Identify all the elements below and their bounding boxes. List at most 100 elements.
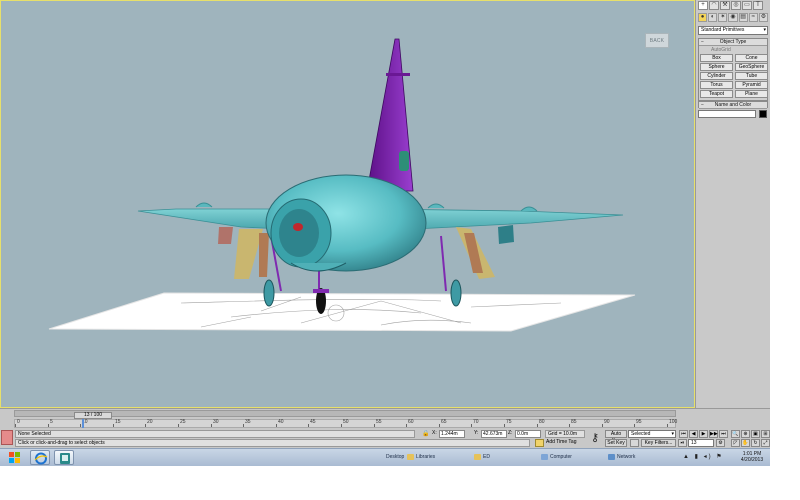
track-bar-tick-label: 80 (539, 419, 545, 425)
x-value[interactable]: 1.244m (439, 430, 465, 438)
network-link[interactable]: Network (608, 453, 635, 461)
key-icon[interactable]: ⚷ (591, 431, 599, 444)
track-bar-tick-mark (145, 424, 146, 427)
track-bar-tick-mark (211, 424, 212, 427)
tube-button[interactable]: Tube (735, 72, 768, 80)
libraries-label: Libraries (416, 454, 436, 460)
helpers-icon[interactable]: ▤ (738, 13, 748, 22)
cameras-icon[interactable]: ◉ (728, 13, 738, 22)
track-bar-tick-mark (80, 424, 81, 427)
track-bar-tick-label: 75 (506, 419, 512, 425)
z-value[interactable]: 0.0m (515, 430, 541, 438)
auto-key-button[interactable]: Auto Key (605, 430, 627, 444)
tab-display[interactable]: ▭ (742, 1, 752, 10)
tab-motion[interactable]: ◎ (731, 1, 741, 10)
y-label: Y: (474, 430, 479, 436)
maxscript-listener-button[interactable] (1, 430, 13, 445)
track-bar-tick-label: 25 (180, 419, 186, 425)
pyramid-button[interactable]: Pyramid (735, 81, 768, 89)
set-key-button[interactable]: Set Key (605, 439, 627, 447)
key-mode-toggle-icon[interactable]: ⏯ (678, 439, 687, 447)
pan-icon[interactable]: ✋ (741, 439, 750, 447)
perspective-viewport[interactable]: BACK (0, 0, 695, 408)
grid-size: Grid = 10.0m (545, 430, 585, 438)
track-bar-tick-mark (15, 424, 16, 427)
desktop-toolbar-label[interactable]: Desktop (386, 453, 404, 461)
cone-button[interactable]: Cone (735, 54, 768, 62)
name-color-rollout-header[interactable]: − Name and Color (699, 102, 767, 109)
track-bar-tick-mark (48, 424, 49, 427)
3dsmax-taskbar-button[interactable] (54, 450, 74, 465)
track-bar-tick-mark (537, 424, 538, 427)
zoom-extents-icon[interactable]: ▣ (751, 430, 760, 438)
key-selection-dropdown[interactable]: Selected ▾ (628, 430, 676, 438)
maximize-viewport-icon[interactable]: ⤢ (761, 439, 770, 447)
system-tray-icons[interactable]: ▲ ▮ ◂) ⚑ (683, 453, 724, 460)
track-bar-tick-label: 35 (245, 419, 251, 425)
tab-modify[interactable]: ◠ (709, 1, 719, 10)
zoom-all-icon[interactable]: ⊕ (741, 430, 750, 438)
shapes-icon[interactable]: ◐ (708, 13, 718, 22)
tab-utilities[interactable]: T (753, 1, 763, 10)
ed-link[interactable]: ED (474, 453, 490, 461)
start-button-icon[interactable] (2, 450, 28, 465)
geosphere-button[interactable]: GeoSphere (735, 63, 768, 71)
systems-icon[interactable]: ⚙ (758, 13, 768, 22)
object-type-rollout-header[interactable]: − Object Type (699, 39, 767, 46)
internet-explorer-taskbar-button[interactable] (30, 450, 50, 465)
current-frame-field[interactable]: 13 (688, 439, 714, 447)
primitive-buttons: Box Cone Sphere GeoSphere Cylinder Tube … (699, 53, 768, 100)
name-color-title: Name and Color (714, 102, 752, 108)
track-bar-tick-mark (308, 424, 309, 427)
add-time-tag-button[interactable]: Add Time Tag (535, 439, 576, 447)
zoom-icon[interactable]: 🔍 (731, 430, 740, 438)
viewcube-face-label[interactable]: BACK (645, 33, 669, 48)
object-type-rollout: − Object Type AutoGrid Box Cone Sphere G… (698, 38, 768, 101)
plane-button[interactable]: Plane (735, 90, 768, 98)
track-bar-tick-mark (341, 424, 342, 427)
geometry-icon[interactable]: ● (698, 13, 708, 22)
tab-create[interactable]: + (698, 1, 708, 10)
time-slider-track[interactable]: 13 / 100 (14, 410, 676, 419)
go-to-end-button[interactable]: ⏭ (719, 430, 728, 438)
lights-icon[interactable]: ✶ (718, 13, 728, 22)
next-frame-button[interactable]: ▶▶ (709, 430, 718, 438)
computer-link[interactable]: Computer (541, 453, 572, 461)
track-bar-tick-label: 30 (213, 419, 219, 425)
torus-button[interactable]: Torus (700, 81, 733, 89)
go-to-start-button[interactable]: ⏮ (679, 430, 688, 438)
time-configuration-icon[interactable]: ⚙ (716, 439, 725, 447)
object-color-swatch[interactable] (759, 110, 767, 118)
track-bar-tick-label: 65 (441, 419, 447, 425)
sphere-button[interactable]: Sphere (700, 63, 733, 71)
time-slider-handle[interactable]: 13 / 100 (74, 412, 112, 419)
primitive-category-select[interactable]: Standard Primitives ▾ (698, 26, 768, 35)
object-name-field[interactable] (698, 110, 756, 118)
tab-hierarchy[interactable]: ⚒ (720, 1, 730, 10)
spacewarps-icon[interactable]: ≈ (748, 13, 758, 22)
key-filters-button[interactable]: Key Filters... (641, 439, 676, 447)
cylinder-button[interactable]: Cylinder (700, 72, 733, 80)
lock-icon[interactable]: 🔒 (422, 430, 429, 437)
taskbar-clock[interactable]: 1:01 PM 4/20/2013 (735, 451, 769, 463)
previous-frame-button[interactable]: ◀ (689, 430, 698, 438)
current-frame-marker (82, 419, 84, 428)
track-bar-tick-label: 95 (636, 419, 642, 425)
box-button[interactable]: Box (700, 54, 733, 62)
field-of-view-icon[interactable]: ◸ (731, 439, 740, 447)
command-panel-tabs: + ◠ ⚒ ◎ ▭ T (698, 1, 768, 11)
key-mode-icon[interactable] (630, 439, 639, 447)
app-window: BACK + ◠ ⚒ ◎ ▭ T ● ◐ ✶ ◉ ▤ ≈ ⚙ Standard … (0, 0, 800, 500)
main-wheel-left (263, 279, 275, 307)
orbit-icon[interactable]: ↻ (751, 439, 760, 447)
track-bar-tick-label: 50 (343, 419, 349, 425)
y-value[interactable]: 42.673m (481, 430, 507, 438)
track-bar-tick-mark (276, 424, 277, 427)
libraries-link[interactable]: Libraries (407, 453, 435, 461)
track-bar[interactable]: 0 5 10 15 20 25 30 35 40 45 50 55 60 65 70 75 80 85 90 95 10… (14, 419, 677, 428)
viewcube[interactable]: BACK (643, 29, 671, 51)
zoom-extents-all-icon[interactable]: ⊞ (761, 430, 770, 438)
play-button[interactable]: ▶ (699, 430, 708, 438)
teapot-button[interactable]: Teapot (700, 90, 733, 98)
autogrid-checkbox[interactable]: AutoGrid (699, 46, 767, 53)
